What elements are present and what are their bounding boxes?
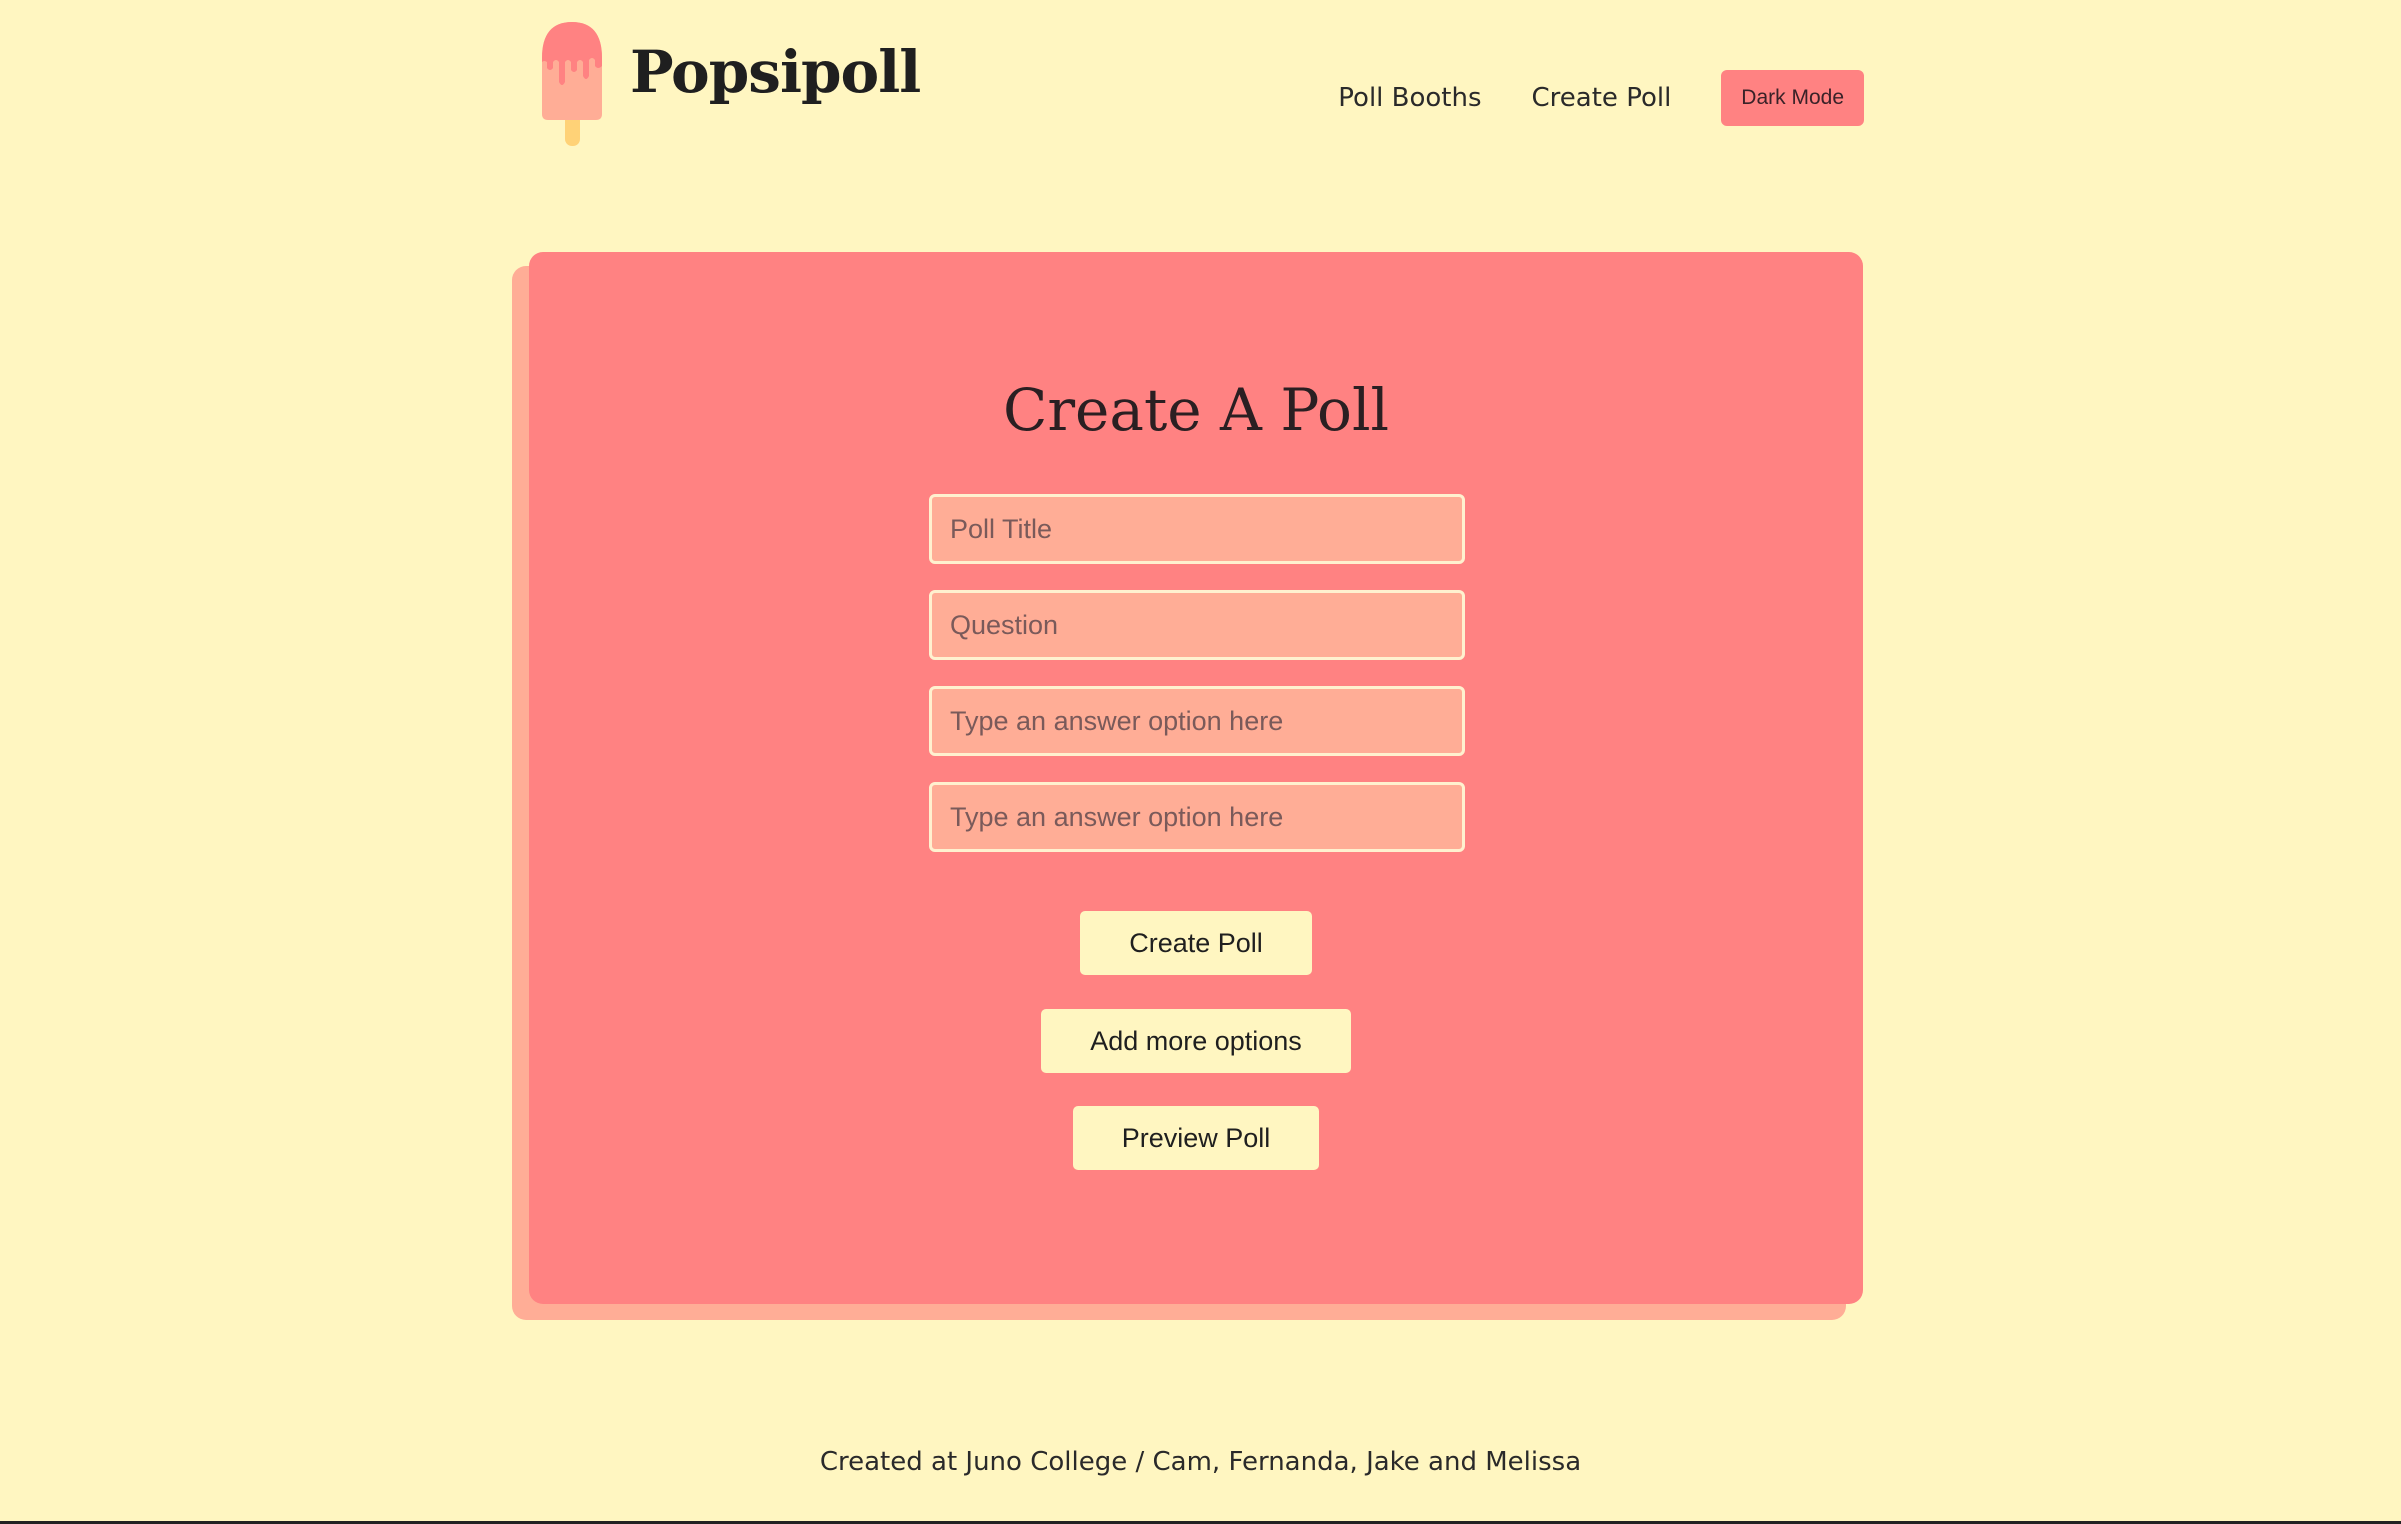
site-header: Popsipoll Poll Booths Create Poll Dark M… xyxy=(530,18,1864,148)
nav-link-create-poll[interactable]: Create Poll xyxy=(1532,83,1672,113)
answer-option-input-2[interactable] xyxy=(929,782,1465,852)
nav-link-poll-booths[interactable]: Poll Booths xyxy=(1338,83,1481,113)
popsicle-icon[interactable] xyxy=(540,20,604,146)
main-nav: Poll Booths Create Poll Dark Mode xyxy=(1338,70,1864,126)
add-more-options-button[interactable]: Add more options xyxy=(1041,1009,1351,1073)
question-input[interactable] xyxy=(929,590,1465,660)
page-title: Create A Poll xyxy=(1002,376,1390,444)
dark-mode-button[interactable]: Dark Mode xyxy=(1721,70,1864,126)
answer-option-input-1[interactable] xyxy=(929,686,1465,756)
create-poll-card: Create A Poll Create Poll Add more optio… xyxy=(529,252,1863,1304)
brand-name[interactable]: Popsipoll xyxy=(630,38,921,106)
create-poll-button[interactable]: Create Poll xyxy=(1080,911,1312,975)
preview-poll-button[interactable]: Preview Poll xyxy=(1073,1106,1319,1170)
footer-credits: Created at Juno College / Cam, Fernanda,… xyxy=(819,1447,1582,1477)
poll-title-input[interactable] xyxy=(929,494,1465,564)
